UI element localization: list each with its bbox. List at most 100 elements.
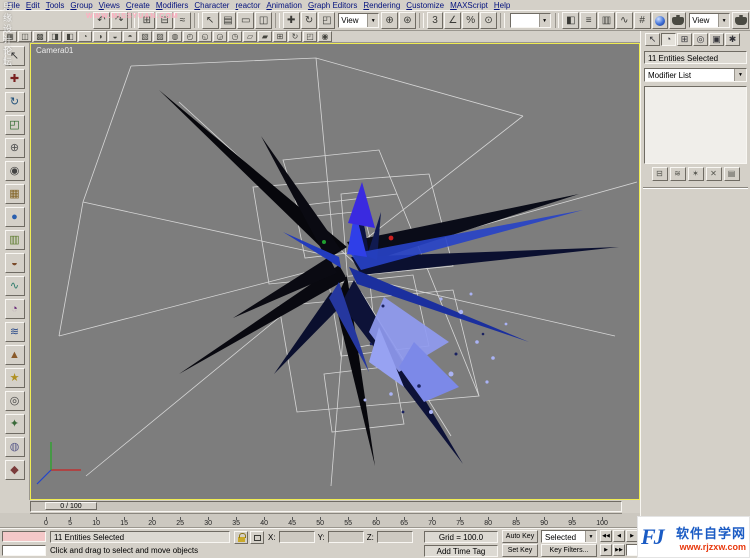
spinner-snap-toggle-button[interactable]: ⊙ (480, 12, 497, 29)
camera-tool-button[interactable]: ◎ (4, 391, 25, 411)
views-redraw-button[interactable]: ↻ (288, 31, 302, 42)
menu-create[interactable]: Create (123, 1, 153, 10)
chevron-down-icon[interactable]: ▼ (718, 14, 730, 27)
go-to-start-button[interactable]: ◀◀ (600, 530, 612, 542)
make-unique-button[interactable]: ✶ (687, 167, 704, 181)
menu-group[interactable]: Group (67, 1, 95, 10)
set-key-button[interactable]: Set Key (502, 544, 538, 557)
select-object-button[interactable]: ↖ (201, 12, 219, 29)
key-filters-button[interactable]: Key Filters... (541, 544, 597, 557)
helper-tool-button[interactable]: ✦ (4, 414, 25, 434)
next-frame-button[interactable]: ▶ (600, 544, 612, 556)
box-primitive-button[interactable]: ▦ (4, 184, 25, 204)
angle-snap-toggle-button[interactable]: ∠ (444, 12, 462, 29)
x-coordinate-field[interactable] (278, 531, 315, 543)
unhide-all-button[interactable]: ◵ (198, 31, 212, 42)
edged-faces-button[interactable]: ▰ (258, 31, 272, 42)
snapshot-button[interactable]: ◫ (18, 31, 32, 42)
select-by-name-button[interactable]: ▤ (219, 12, 237, 29)
tab-motion[interactable]: ◎ (693, 33, 708, 46)
space-warp-tool-button[interactable]: ◍ (4, 437, 25, 457)
tab-create[interactable]: ↖ (645, 33, 660, 46)
previous-frame-button[interactable]: ◀ (613, 530, 625, 542)
maxscript-mini-listener-bottom[interactable] (2, 545, 46, 556)
units-setup-button[interactable]: ◉ (318, 31, 332, 42)
normal-align-button[interactable]: ◧ (63, 31, 77, 42)
schematic-view-button[interactable]: # (633, 12, 651, 29)
time-slider-thumb[interactable]: 0 / 100 (45, 502, 97, 510)
menu-rendering[interactable]: Rendering (360, 1, 403, 10)
clone-button[interactable]: ◨ (48, 31, 62, 42)
chevron-down-icon[interactable]: ▼ (585, 531, 596, 542)
wireframe-toggle-button[interactable]: ▱ (243, 31, 257, 42)
menu-edit[interactable]: Edit (23, 1, 43, 10)
sphere-primitive-button[interactable]: ● (4, 207, 25, 227)
z-coordinate-field[interactable] (376, 531, 413, 543)
selection-lock-button[interactable] (234, 531, 248, 544)
spline-tool-button[interactable]: ∿ (4, 276, 25, 296)
curve-editor-button[interactable]: ∿ (615, 12, 633, 29)
material-editor-button[interactable] (651, 12, 669, 29)
place-highlight-button[interactable]: ◑ (93, 31, 107, 42)
modifier-list-dropdown[interactable]: Modifier List ▼ (644, 68, 747, 82)
tab-display[interactable]: ▣ (709, 33, 724, 46)
menu-graph-editors[interactable]: Graph Editors (305, 1, 360, 10)
menu-modifiers[interactable]: Modifiers (153, 1, 191, 10)
object-name-field[interactable]: 11 Entities Selected (644, 51, 747, 64)
tab-hierarchy[interactable]: ⊞ (677, 33, 692, 46)
configure-modifier-sets-button[interactable]: ▤ (723, 167, 740, 181)
menu-help[interactable]: Help (491, 1, 513, 10)
y-coordinate-field[interactable] (327, 531, 364, 543)
viewport-label[interactable]: Camera01 (36, 46, 73, 55)
mirror-button[interactable]: ◧ (562, 12, 580, 29)
tab-utilities[interactable]: ✱ (725, 33, 740, 46)
absolute-offset-toggle[interactable] (250, 531, 264, 544)
rectangular-selection-region-button[interactable]: ▭ (237, 12, 255, 29)
display-floater-button[interactable]: ▧ (138, 31, 152, 42)
menu-tools[interactable]: Tools (43, 1, 68, 10)
chevron-down-icon[interactable]: ▼ (367, 14, 379, 27)
chevron-down-icon[interactable]: ▼ (538, 14, 550, 27)
system-tool-button[interactable]: ◆ (4, 460, 25, 480)
move-tool-button[interactable]: ✚ (4, 69, 25, 89)
reference-coordinate-system-dropdown[interactable]: View ▼ (338, 13, 380, 28)
zoom-extents-button[interactable]: ◰ (303, 31, 317, 42)
bend-modifier-button[interactable]: ◔ (4, 299, 25, 319)
quick-align-button[interactable]: ◒ (108, 31, 122, 42)
pin-stack-button[interactable]: ⊟ (651, 167, 668, 181)
chevron-down-icon[interactable]: ▼ (734, 69, 746, 81)
hide-selection-button[interactable]: ◍ (168, 31, 182, 42)
layer-manager-button[interactable]: ▥ (598, 12, 615, 29)
quick-render-button[interactable] (732, 12, 749, 29)
select-and-manipulate-button[interactable]: ⊛ (399, 12, 416, 29)
go-to-end-button[interactable]: ▶▶ (613, 544, 625, 556)
menu-views[interactable]: Views (96, 1, 123, 10)
window-crossing-toggle-button[interactable]: ◫ (255, 12, 273, 29)
show-end-result-button[interactable]: ≋ (669, 167, 686, 181)
named-selection-sets-dropdown[interactable]: ▼ (509, 13, 551, 28)
taper-modifier-button[interactable]: ▲ (4, 345, 25, 365)
unfreeze-all-button[interactable]: ◶ (213, 31, 227, 42)
menu-reactor[interactable]: reactor (232, 1, 263, 10)
spacing-tool-button[interactable]: ▩ (33, 31, 47, 42)
freeze-selection-button[interactable]: ◴ (183, 31, 197, 42)
show-grid-button[interactable]: ⊞ (273, 31, 287, 42)
remove-modifier-button[interactable]: ✕ (705, 167, 722, 181)
layer-properties-button[interactable]: ▨ (153, 31, 167, 42)
add-time-tag-button[interactable]: Add Time Tag (424, 545, 498, 557)
scale-tool-button[interactable]: ◰ (4, 115, 25, 135)
time-slider-track[interactable]: 0 / 100 (30, 501, 622, 512)
rotate-tool-button[interactable]: ↻ (4, 92, 25, 112)
light-tool-button[interactable]: ★ (4, 368, 25, 388)
render-type-dropdown[interactable]: View ▼ (689, 13, 731, 28)
align-camera-button[interactable]: ◔ (78, 31, 92, 42)
menu-animation[interactable]: Animation (263, 1, 305, 10)
tab-modify[interactable]: ◔ (661, 33, 676, 46)
twist-modifier-button[interactable]: ≋ (4, 322, 25, 342)
select-and-rotate-button[interactable]: ↻ (300, 12, 318, 29)
snap-toggle-3d-button[interactable]: 3 (426, 12, 444, 29)
isolate-selection-button[interactable]: ◓ (123, 31, 137, 42)
render-scene-button[interactable] (669, 12, 687, 29)
menu-character[interactable]: Character (191, 1, 232, 10)
maxscript-mini-listener-top[interactable] (2, 531, 46, 542)
